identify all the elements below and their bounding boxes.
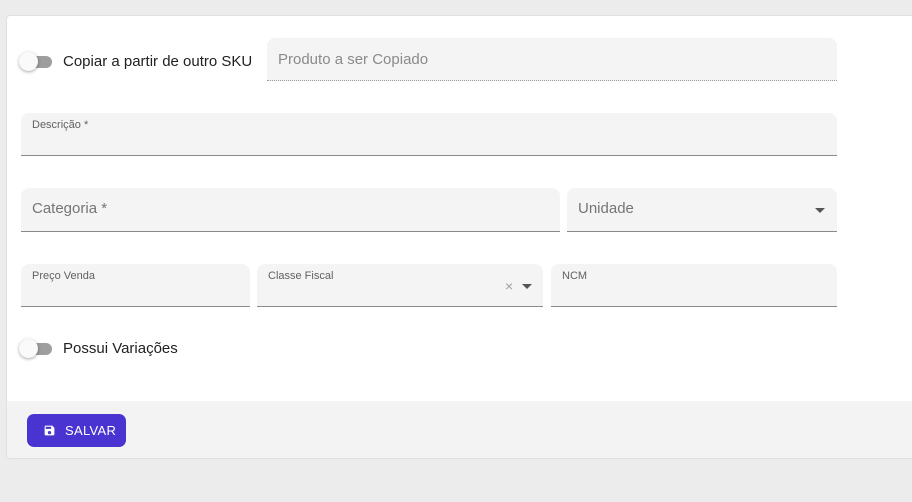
descricao-field[interactable]: Descrição * [21, 113, 837, 156]
categoria-field[interactable]: Categoria * [21, 188, 560, 232]
save-button-label: SALVAR [65, 423, 117, 438]
variations-label[interactable]: Possui Variações [63, 340, 178, 357]
chevron-down-icon[interactable] [815, 208, 825, 213]
floppy-disk-icon [44, 425, 55, 436]
copy-sku-toggle[interactable] [19, 52, 53, 73]
copy-product-field[interactable]: Produto a ser Copiado [267, 38, 837, 81]
product-form-card: Copiar a partir de outro SKU Produto a s… [6, 15, 912, 459]
toggle-thumb [19, 52, 38, 71]
form-footer: SALVAR [7, 401, 912, 458]
classe-fiscal-select[interactable]: Classe Fiscal × [257, 264, 543, 307]
unidade-label: Unidade [578, 200, 634, 217]
descricao-label: Descrição * [32, 119, 89, 131]
preco-venda-label: Preço Venda [32, 270, 95, 282]
close-icon[interactable]: × [505, 279, 513, 293]
copy-sku-label[interactable]: Copiar a partir de outro SKU [63, 53, 252, 70]
classe-fiscal-label: Classe Fiscal [268, 270, 334, 282]
ncm-label: NCM [562, 270, 588, 282]
ncm-field[interactable]: NCM [551, 264, 837, 307]
unidade-select[interactable]: Unidade [567, 188, 837, 232]
chevron-down-icon[interactable] [522, 284, 532, 289]
copy-product-placeholder: Produto a ser Copiado [278, 51, 429, 68]
toggle-thumb [19, 339, 38, 358]
preco-venda-field[interactable]: Preço Venda [21, 264, 250, 307]
variations-toggle[interactable] [19, 339, 53, 360]
save-button[interactable]: SALVAR [27, 414, 126, 447]
categoria-label: Categoria * [32, 200, 108, 217]
